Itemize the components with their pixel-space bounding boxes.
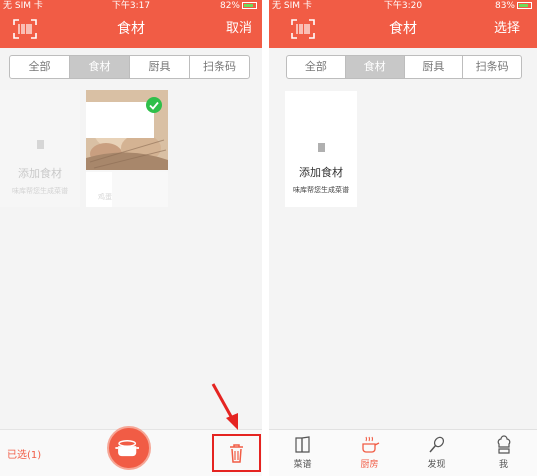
right-phone-screen: 无 SIM 卡 下午3:20 83% 食材 选择 全部 食材 厨具 扫条码 添加… [269, 0, 537, 476]
whisk-icon [428, 436, 444, 453]
add-ingredient-subtitle: 味库帮您生成菜谱 [293, 186, 349, 194]
ingredient-label: 鸡蛋 [98, 193, 112, 201]
tab-label: 我 [498, 460, 508, 470]
segment-cookware[interactable]: 厨具 [405, 56, 464, 78]
selected-check-icon[interactable] [146, 97, 162, 113]
cook-button[interactable] [107, 426, 151, 470]
tab-label: 发现 [427, 460, 446, 470]
trash-icon [230, 444, 243, 463]
book-icon [294, 436, 310, 453]
segment-ingredients[interactable]: 食材 [345, 56, 405, 78]
bottom-tab-bar: 菜谱 厨房 发现 我 [269, 429, 537, 476]
page-title: 食材 [117, 21, 145, 37]
pot-icon [115, 440, 139, 457]
add-ingredient-card[interactable]: 添加食材 味库帮您生成菜谱 [285, 91, 357, 207]
segment-cookware[interactable]: 厨具 [130, 56, 190, 78]
tab-label: 菜谱 [293, 460, 312, 470]
ingredient-card-egg[interactable]: 鸡蛋 [86, 90, 168, 207]
tab-discover[interactable]: 发现 [403, 430, 470, 476]
add-ingredient-title: 添加食材 [299, 166, 343, 179]
add-ingredient-title: 添加食材 [18, 167, 62, 180]
category-segmented-control: 全部 食材 厨具 扫条码 [286, 55, 522, 79]
screenshot-divider [262, 0, 269, 476]
tab-me[interactable]: 我 [470, 430, 537, 476]
battery-percent: 82% [219, 1, 240, 11]
left-phone-screen: 无 SIM 卡 下午3:17 82% 食材 取消 全部 食材 厨具 扫条码 添加… [0, 0, 262, 476]
add-ingredient-subtitle: 味库帮您生成菜谱 [12, 187, 68, 195]
category-segmented-control: 全部 食材 厨具 扫条码 [9, 55, 250, 79]
selected-count[interactable]: 已选(1) [7, 446, 41, 461]
placeholder-icon [37, 140, 44, 149]
segment-scan-barcode[interactable]: 扫条码 [463, 56, 521, 78]
segment-ingredients[interactable]: 食材 [70, 56, 130, 78]
annotation-arrow-icon [211, 383, 238, 430]
tab-label: 厨房 [360, 460, 379, 470]
battery-percent: 83% [494, 1, 515, 11]
battery-icon [517, 2, 532, 9]
segment-scan-barcode[interactable]: 扫条码 [190, 56, 249, 78]
add-ingredient-card[interactable]: 添加食材 味库帮您生成菜谱 [0, 90, 80, 207]
cancel-button[interactable]: 取消 [226, 12, 252, 46]
nav-bar: 食材 取消 [0, 12, 262, 48]
tab-recipes[interactable]: 菜谱 [269, 430, 336, 476]
select-button[interactable]: 选择 [494, 12, 520, 46]
battery-status: 82% [220, 0, 257, 12]
pot-icon [361, 436, 379, 453]
nav-bar: 食材 选择 [269, 12, 537, 48]
segment-all[interactable]: 全部 [10, 56, 70, 78]
status-bar: 无 SIM 卡 下午3:20 83% [269, 0, 537, 12]
placeholder-icon [318, 143, 325, 152]
status-bar: 无 SIM 卡 下午3:17 82% [0, 0, 262, 12]
battery-icon [242, 2, 257, 9]
segment-all[interactable]: 全部 [287, 56, 346, 78]
tab-kitchen[interactable]: 厨房 [336, 430, 403, 476]
chef-icon [497, 435, 510, 454]
photo-overlay [86, 102, 154, 138]
battery-status: 83% [495, 0, 532, 12]
delete-button[interactable] [212, 434, 261, 472]
